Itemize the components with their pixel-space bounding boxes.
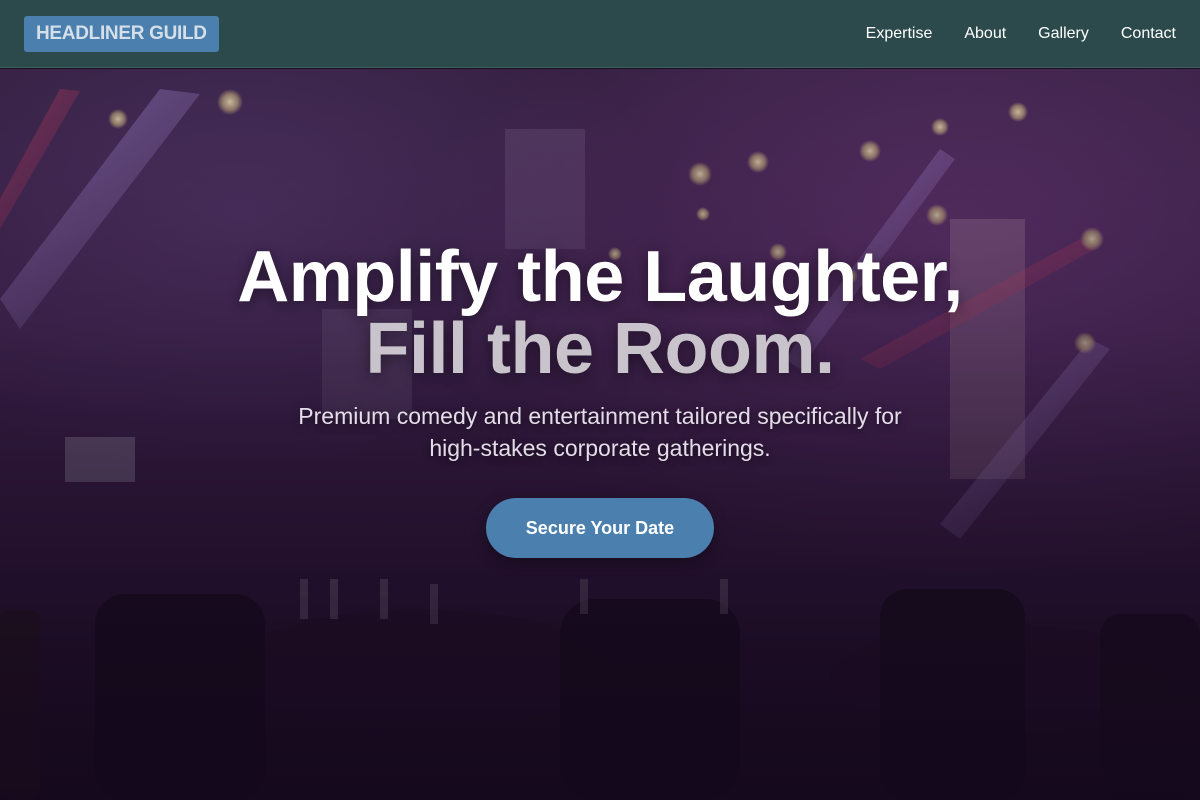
site-header: HEADLINER GUILD Expertise About Gallery … bbox=[0, 0, 1200, 68]
hero-subtext: Premium comedy and entertainment tailore… bbox=[270, 400, 930, 464]
nav-link-gallery[interactable]: Gallery bbox=[1038, 25, 1089, 43]
headline-line-2: Fill the Room. bbox=[365, 309, 835, 389]
nav-link-contact[interactable]: Contact bbox=[1121, 25, 1176, 43]
subtext-line-2: high-stakes corporate gatherings. bbox=[429, 435, 771, 461]
nav-link-about[interactable]: About bbox=[964, 25, 1006, 43]
headline-line-1: Amplify the Laughter, bbox=[237, 237, 963, 317]
nav-link-expertise[interactable]: Expertise bbox=[866, 25, 933, 43]
subtext-line-1: Premium comedy and entertainment tailore… bbox=[298, 403, 902, 429]
brand-logo[interactable]: HEADLINER GUILD bbox=[24, 16, 219, 52]
hero-section: Amplify the Laughter, Fill the Room. Pre… bbox=[0, 69, 1200, 800]
secure-date-button[interactable]: Secure Your Date bbox=[486, 498, 714, 558]
main-nav: Expertise About Gallery Contact bbox=[866, 0, 1176, 68]
hero-headline: Amplify the Laughter, Fill the Room. bbox=[0, 241, 1200, 385]
landing-page: HEADLINER GUILD Expertise About Gallery … bbox=[0, 0, 1200, 800]
hero-content: Amplify the Laughter, Fill the Room. Pre… bbox=[0, 69, 1200, 800]
